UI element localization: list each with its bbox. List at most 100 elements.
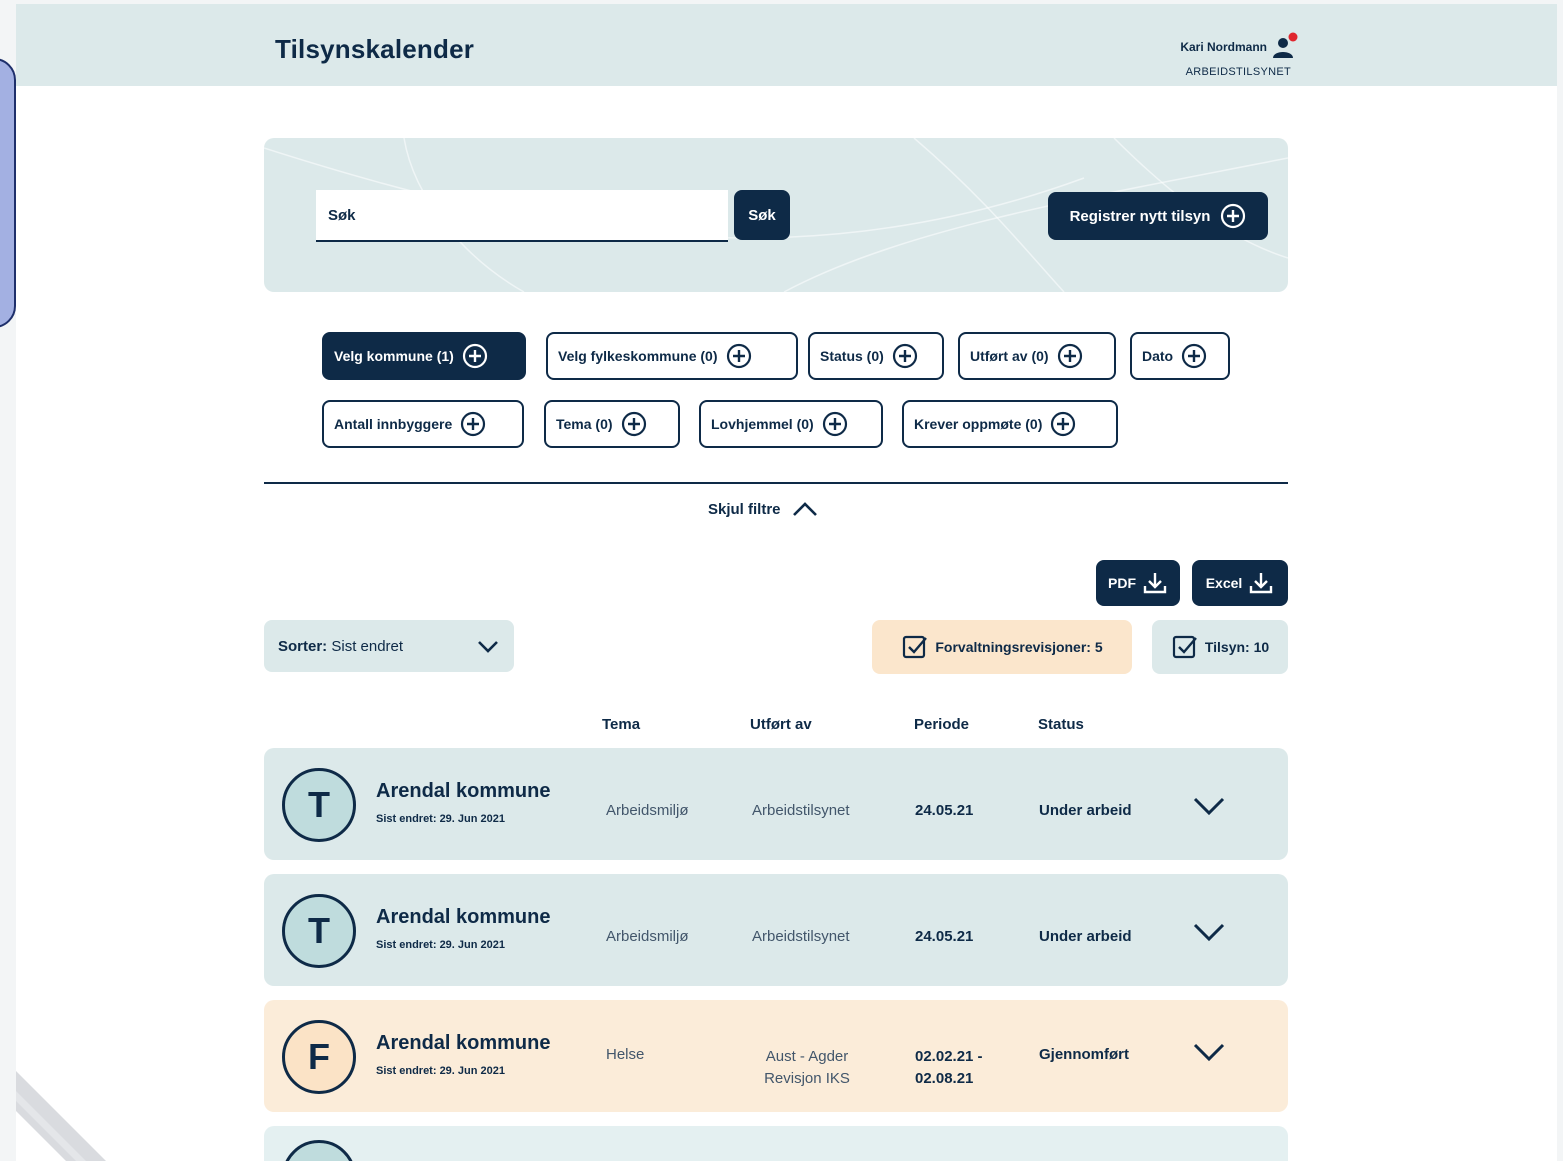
filter-status[interactable]: Status (0) — [808, 332, 944, 380]
table-row[interactable] — [264, 1126, 1288, 1161]
register-new-inspection-button[interactable]: Registrer nytt tilsyn — [1048, 192, 1268, 240]
row-utfort-av: Aust - Agder Revisjon IKS — [752, 1046, 862, 1090]
download-icon — [1250, 573, 1273, 594]
plus-circle-icon — [822, 411, 847, 437]
plus-circle-icon — [621, 411, 646, 437]
column-header-utfort-av[interactable]: Utført av — [750, 716, 812, 733]
row-periode-end: 02.08.21 — [915, 1070, 974, 1087]
sort-dropdown[interactable]: Sorter: Sist endret — [264, 620, 514, 672]
row-periode-start: 02.02.21 - — [915, 1048, 983, 1065]
filter-fylkeskommune[interactable]: Velg fylkeskommune (0) — [546, 332, 798, 380]
excel-download-button[interactable]: Excel — [1192, 560, 1288, 606]
filter-label: Lovhjemmel (0) — [711, 416, 814, 432]
filter-lovhjemmel[interactable]: Lovhjemmel (0) — [699, 400, 883, 448]
type-avatar: T — [282, 894, 356, 968]
chevron-up-icon — [792, 502, 817, 516]
row-periode: 24.05.21 — [915, 928, 974, 945]
hide-filters-toggle[interactable]: Skjul filtre — [708, 500, 819, 518]
side-panel-tab[interactable] — [0, 58, 16, 328]
column-header-periode[interactable]: Periode — [914, 716, 969, 733]
filter-krever-oppmote[interactable]: Krever oppmøte (0) — [902, 400, 1118, 448]
plus-circle-icon — [1057, 343, 1082, 369]
filter-dato[interactable]: Dato — [1130, 332, 1230, 380]
filter-label: Utført av (0) — [970, 348, 1049, 364]
filter-label: Status (0) — [820, 348, 884, 364]
type-avatar: T — [282, 768, 356, 842]
column-header-status[interactable]: Status — [1038, 716, 1084, 733]
checkbox-icon — [903, 635, 928, 659]
row-last-updated: Sist endret: 29. Jun 2021 — [376, 813, 505, 825]
column-header-tema[interactable]: Tema — [602, 716, 640, 733]
filter-divider — [264, 482, 1288, 484]
download-icon — [1143, 573, 1167, 594]
plus-circle-icon — [461, 411, 486, 437]
filter-label: Velg kommune (1) — [334, 348, 454, 364]
row-tema: Helse — [606, 1046, 645, 1063]
chevron-down-icon[interactable] — [1192, 1040, 1226, 1064]
row-municipality: Arendal kommune — [376, 1032, 551, 1054]
notification-dot — [1288, 32, 1298, 42]
search-panel: Søk Registrer nytt tilsyn — [264, 138, 1288, 292]
filter-tema[interactable]: Tema (0) — [544, 400, 680, 448]
plus-circle-icon — [462, 343, 487, 369]
plus-circle-icon — [1051, 411, 1076, 437]
plus-circle-icon — [1221, 203, 1246, 229]
pdf-label: PDF — [1108, 575, 1136, 591]
tilsyn-count[interactable]: Tilsyn: 10 — [1152, 620, 1288, 674]
chevron-down-icon[interactable] — [1192, 794, 1226, 818]
user-name[interactable]: Kari Nordmann — [1180, 40, 1267, 54]
row-municipality: Arendal kommune — [376, 906, 551, 928]
row-utfort-av-line1: Aust - Agder — [765, 1048, 849, 1065]
type-avatar — [282, 1140, 356, 1161]
row-utfort-av: Arbeidstilsynet — [752, 802, 850, 819]
row-tema: Arbeidsmiljø — [606, 928, 689, 945]
filter-label: Krever oppmøte (0) — [914, 416, 1043, 432]
app-window: Tilsynskalender Kari Nordmann ARBEIDSTIL… — [16, 4, 1557, 1161]
row-utfort-av-line2: Revisjon IKS — [764, 1070, 850, 1087]
row-tema: Arbeidsmiljø — [606, 802, 689, 819]
filter-kommune[interactable]: Velg kommune (1) — [322, 332, 526, 380]
search-button[interactable]: Søk — [734, 190, 790, 240]
chevron-down-icon[interactable] — [1192, 920, 1226, 944]
filter-label: Antall innbyggere — [334, 416, 453, 432]
tilsyn-count-label: Tilsyn: 10 — [1204, 639, 1270, 655]
row-municipality: Arendal kommune — [376, 780, 551, 802]
row-utfort-av: Arbeidstilsynet — [752, 928, 850, 945]
filter-label: Velg fylkeskommune (0) — [558, 348, 718, 364]
row-last-updated: Sist endret: 29. Jun 2021 — [376, 939, 505, 951]
table-row[interactable]: T Arendal kommune Sist endret: 29. Jun 2… — [264, 748, 1288, 860]
sort-text: Sorter: Sist endret — [278, 638, 403, 655]
plus-circle-icon — [726, 343, 751, 369]
plus-circle-icon — [892, 343, 917, 369]
sort-label: Sorter: — [278, 637, 328, 655]
filter-utfort-av[interactable]: Utført av (0) — [958, 332, 1116, 380]
hide-filters-label: Skjul filtre — [708, 500, 781, 518]
row-last-updated: Sist endret: 29. Jun 2021 — [376, 1065, 505, 1077]
checkbox-icon — [1172, 635, 1197, 659]
row-periode: 24.05.21 — [915, 802, 974, 819]
user-organization: ARBEIDSTILSYNET — [1185, 66, 1291, 78]
forvaltningsrevisjoner-count[interactable]: Forvaltningsrevisjoner: 5 — [872, 620, 1132, 674]
chevron-down-icon — [478, 641, 498, 653]
top-bar: Tilsynskalender Kari Nordmann ARBEIDSTIL… — [16, 4, 1557, 86]
row-status: Under arbeid — [1039, 802, 1132, 819]
filter-label: Dato — [1142, 348, 1174, 364]
row-status: Gjennomført — [1039, 1046, 1129, 1063]
forvaltning-count-label: Forvaltningsrevisjoner: 5 — [935, 639, 1103, 655]
register-button-label: Registrer nytt tilsyn — [1069, 207, 1211, 225]
row-periode: 02.02.21 - 02.08.21 — [915, 1046, 983, 1090]
sort-value: Sist endret — [331, 637, 404, 655]
plus-circle-icon — [1182, 343, 1207, 369]
page-title: Tilsynskalender — [275, 34, 475, 64]
decorative-corner — [16, 1071, 106, 1161]
table-row[interactable]: F Arendal kommune Sist endret: 29. Jun 2… — [264, 1000, 1288, 1112]
table-row[interactable]: T Arendal kommune Sist endret: 29. Jun 2… — [264, 874, 1288, 986]
search-input[interactable] — [316, 190, 728, 242]
excel-label: Excel — [1205, 575, 1243, 591]
row-status: Under arbeid — [1039, 928, 1132, 945]
filter-label: Tema (0) — [556, 416, 613, 432]
filter-antall-innbyggere[interactable]: Antall innbyggere — [322, 400, 524, 448]
pdf-download-button[interactable]: PDF — [1096, 560, 1180, 606]
type-avatar: F — [282, 1020, 356, 1094]
user-icon[interactable] — [1270, 32, 1300, 62]
